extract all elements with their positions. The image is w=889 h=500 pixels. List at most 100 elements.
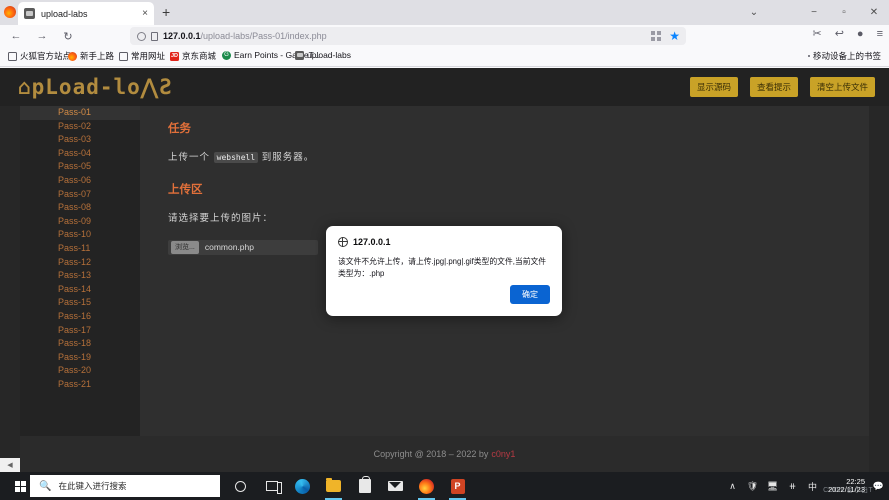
screenshot-icon[interactable]: ✂	[812, 27, 821, 40]
url-bar-actions: ★	[651, 27, 686, 45]
sidebar-item-pass-13[interactable]: Pass-13	[20, 269, 140, 283]
bookmark-label: 常用网址	[131, 50, 165, 62]
horizontal-scrollbar-left-arrow[interactable]: ◀	[0, 458, 20, 472]
page-info-icon	[151, 32, 158, 41]
sidebar-item-pass-14[interactable]: Pass-14	[20, 283, 140, 297]
browser-tab-upload-labs[interactable]: upload-labs ×	[18, 2, 154, 25]
taskbar-tray: ∧ 🛡 🖥 ⧺ 中 22:25 2022/11/23 💬	[726, 472, 885, 500]
window-controls: ⌄ − ▫ ✕	[737, 0, 889, 25]
sidebar-item-pass-07[interactable]: Pass-07	[20, 188, 140, 202]
bookmark-item-1[interactable]: 新手上路	[68, 50, 114, 62]
file-input[interactable]: 浏览... common.php	[168, 240, 318, 255]
sidebar-item-pass-18[interactable]: Pass-18	[20, 337, 140, 351]
dialog-ok-button[interactable]: 确定	[510, 285, 550, 304]
sidebar-item-pass-02[interactable]: Pass-02	[20, 120, 140, 134]
sidebar-item-pass-09[interactable]: Pass-09	[20, 215, 140, 229]
powerpoint-icon[interactable]: P	[447, 476, 468, 497]
task-section-title: 任务	[168, 120, 841, 136]
header-buttons: 显示源码 查看提示 清空上传文件	[690, 77, 875, 97]
firefox-icon[interactable]	[416, 476, 437, 497]
bookmark-label: 京东商城	[182, 50, 216, 62]
edge-icon[interactable]	[292, 476, 313, 497]
maximize-button[interactable]: ▫	[829, 0, 859, 25]
url-bar[interactable]: 127.0.0.1/upload-labs/Pass-01/index.php …	[130, 27, 686, 45]
account-icon[interactable]: ●	[857, 28, 864, 40]
reload-button[interactable]: ↻	[60, 28, 76, 44]
jd-icon: JD	[170, 52, 179, 61]
site-logo: ⌂pLoad-lo⋀Ƨ	[18, 75, 173, 99]
bookmark-item-2[interactable]: 常用网址	[119, 50, 165, 62]
taskbar-search-input[interactable]: 🔍 在此键入进行搜索	[30, 475, 220, 497]
bookmark-item-0[interactable]: 火狐官方站点	[8, 50, 71, 62]
toolbar-actions: ✂ ↩ ● ≡	[812, 27, 883, 40]
browser-navbar: ← → ↻ 127.0.0.1/upload-labs/Pass-01/inde…	[0, 25, 889, 47]
pass-sidebar: Pass-01 Pass-02 Pass-03 Pass-04 Pass-05 …	[20, 106, 140, 436]
search-icon: 🔍	[39, 481, 51, 492]
file-explorer-icon[interactable]	[323, 476, 344, 497]
taskbar-clock[interactable]: 22:25 2022/11/23	[828, 478, 865, 495]
sidebar-item-pass-17[interactable]: Pass-17	[20, 324, 140, 338]
task-view-icon[interactable]	[261, 476, 282, 497]
tray-chevron-up-icon[interactable]: ∧	[726, 480, 739, 493]
upload-prompt-label: 请选择要上传的图片：	[168, 210, 841, 224]
security-icon[interactable]: 🛡	[746, 480, 759, 493]
sidebar-item-pass-20[interactable]: Pass-20	[20, 364, 140, 378]
downloads-icon[interactable]: ↩	[835, 27, 844, 40]
search-placeholder: 在此键入进行搜索	[58, 480, 126, 492]
sidebar-item-pass-05[interactable]: Pass-05	[20, 160, 140, 174]
bookmark-label: upload-labs	[307, 50, 351, 60]
task-code-webshell: webshell	[214, 152, 259, 163]
folder-icon	[119, 52, 128, 61]
mobile-bookmarks-item[interactable]: 移动设备上的书签	[808, 50, 881, 62]
ime-icon[interactable]: 中	[806, 480, 819, 493]
selected-file-name: common.php	[205, 242, 254, 252]
sidebar-item-pass-19[interactable]: Pass-19	[20, 351, 140, 365]
task-description: 上传一个 webshell 到服务器。	[168, 149, 841, 163]
cortana-icon[interactable]	[230, 476, 251, 497]
sidebar-item-pass-12[interactable]: Pass-12	[20, 256, 140, 270]
tab-favicon-icon	[24, 8, 35, 19]
sidebar-item-pass-11[interactable]: Pass-11	[20, 242, 140, 256]
bookmark-star-icon[interactable]: ★	[669, 31, 680, 41]
show-source-button[interactable]: 显示源码	[690, 77, 738, 97]
windows-taskbar: 🔍 在此键入进行搜索 P ∧ 🛡 🖥 ⧺ 中 22:25 2022/11/23 …	[0, 472, 889, 500]
tab-list-chevron-down-icon[interactable]: ⌄	[737, 0, 771, 25]
new-tab-button[interactable]: +	[162, 5, 170, 19]
volume-icon[interactable]: ⧺	[786, 480, 799, 493]
menu-icon[interactable]: ≡	[877, 28, 883, 40]
footer-author-link[interactable]: c0ny1	[491, 449, 515, 459]
sidebar-item-pass-15[interactable]: Pass-15	[20, 296, 140, 310]
extensions-grid-icon[interactable]	[651, 31, 661, 41]
sidebar-item-pass-08[interactable]: Pass-08	[20, 201, 140, 215]
close-icon[interactable]: ×	[142, 9, 148, 19]
network-icon[interactable]: 🖥	[766, 480, 779, 493]
sidebar-item-pass-06[interactable]: Pass-06	[20, 174, 140, 188]
browse-button[interactable]: 浏览...	[171, 241, 199, 254]
forward-button[interactable]: →	[34, 28, 50, 44]
back-button[interactable]: ←	[8, 28, 24, 44]
bookmark-item-3[interactable]: JD 京东商城	[170, 50, 216, 62]
action-center-icon[interactable]: 💬	[872, 480, 885, 493]
sidebar-item-pass-01[interactable]: Pass-01	[20, 106, 140, 120]
alert-dialog: 127.0.0.1 该文件不允许上传，请上传.jpg|.png|.gif类型的文…	[326, 226, 562, 316]
close-window-button[interactable]: ✕	[859, 0, 889, 25]
bookmarks-bar: 火狐官方站点 新手上路 常用网址 JD 京东商城 G Earn Points -…	[0, 47, 889, 67]
clear-uploads-button[interactable]: 清空上传文件	[810, 77, 875, 97]
screen: upload-labs × + ⌄ − ▫ ✕ ← → ↻ 127.0.0.1/…	[0, 0, 889, 500]
bookmark-item-5[interactable]: upload-labs	[295, 50, 351, 60]
mail-icon[interactable]	[385, 476, 406, 497]
sidebar-item-pass-04[interactable]: Pass-04	[20, 147, 140, 161]
page-footer: Copyright @ 2018 – 2022 by c0ny1	[20, 436, 869, 472]
windows-logo-icon	[15, 481, 26, 492]
view-hint-button[interactable]: 查看提示	[750, 77, 798, 97]
microsoft-store-icon[interactable]	[354, 476, 375, 497]
sidebar-item-pass-10[interactable]: Pass-10	[20, 228, 140, 242]
sidebar-item-pass-16[interactable]: Pass-16	[20, 310, 140, 324]
sidebar-item-pass-03[interactable]: Pass-03	[20, 133, 140, 147]
sidebar-item-pass-21[interactable]: Pass-21	[20, 378, 140, 392]
bookmark-label: 火狐官方站点	[20, 50, 71, 62]
tab-title: upload-labs	[41, 9, 136, 19]
minimize-button[interactable]: −	[799, 0, 829, 25]
firefox-icon	[4, 6, 16, 18]
gametime-icon: G	[222, 51, 231, 60]
